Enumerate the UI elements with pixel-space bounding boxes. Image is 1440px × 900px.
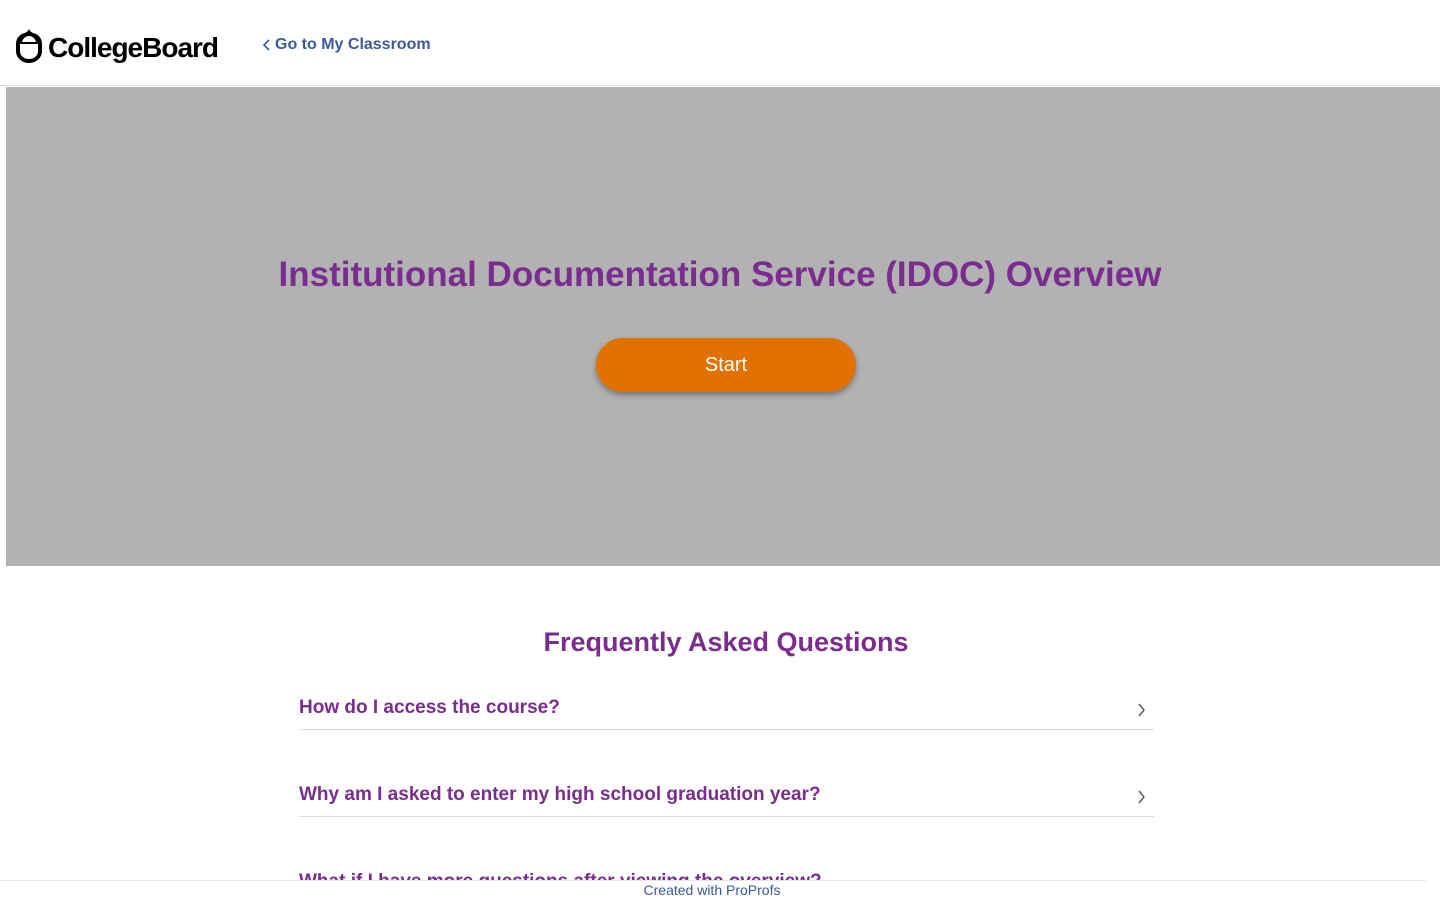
back-link-label: Go to My Classroom [275,36,431,53]
acorn-icon [16,29,42,63]
chevron-right-icon [1138,790,1145,804]
footer-text[interactable]: Created with ProProfs [644,882,781,898]
faq-question: How do I access the course? [299,697,560,718]
hero-banner: Institutional Documentation Service (IDO… [6,87,1440,566]
go-to-my-classroom-link[interactable]: Go to My Classroom [262,36,431,54]
logo-text: CollegeBoard [48,32,219,63]
faq-item[interactable]: Why am I asked to enter my high school g… [299,776,1154,817]
start-button[interactable]: Start [596,338,856,392]
footer: Created with ProProfs [0,880,1426,900]
header: CollegeBoard Go to My Classroom [0,0,1440,86]
collegeboard-logo[interactable]: CollegeBoard [14,26,219,66]
page-title: Institutional Documentation Service (IDO… [278,255,1162,294]
faq-title: Frequently Asked Questions [543,627,909,657]
faq-item[interactable]: How do I access the course? [299,689,1154,730]
faq-question: Why am I asked to enter my high school g… [299,784,821,805]
chevron-left-icon [262,39,270,51]
chevron-right-icon [1138,703,1145,717]
page: CollegeBoard Go to My Classroom Institut… [0,0,1440,900]
